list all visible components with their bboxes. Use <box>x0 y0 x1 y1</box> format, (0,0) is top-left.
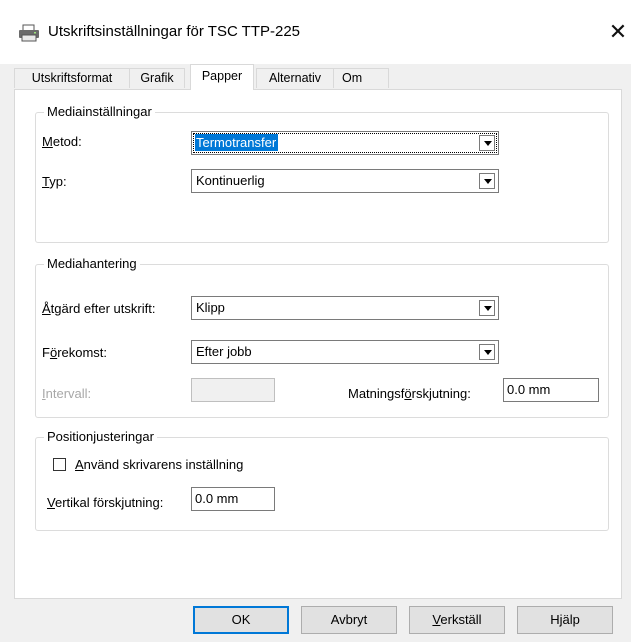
close-button[interactable]: ✕ <box>605 18 631 46</box>
group-title: Positionjusteringar <box>44 429 157 444</box>
group-title: Mediainställningar <box>44 104 155 119</box>
group-title: Mediahantering <box>44 256 140 271</box>
action-label: Åtgärd efter utskrift: <box>42 301 156 316</box>
chevron-down-icon[interactable] <box>479 300 495 316</box>
feed-offset-field[interactable]: 0.0 mm <box>503 378 599 402</box>
help-button[interactable]: Hjälp <box>517 606 613 634</box>
chevron-down-icon[interactable] <box>479 344 495 360</box>
action-select[interactable]: Klipp <box>191 296 499 320</box>
method-select[interactable]: Termotransfer <box>191 131 499 155</box>
printer-icon <box>18 24 40 42</box>
tab-om[interactable]: Om <box>333 68 389 88</box>
use-printer-setting-checkbox[interactable] <box>53 458 66 471</box>
occurrence-select[interactable]: Efter jobb <box>191 340 499 364</box>
chevron-down-icon[interactable] <box>479 173 495 189</box>
chevron-down-icon[interactable] <box>479 135 495 151</box>
group-position-adjust: Positionjusteringar <box>35 429 609 531</box>
type-label: Typ: <box>42 174 67 189</box>
interval-label: Intervall: <box>42 386 92 401</box>
tab-papper[interactable]: Papper <box>190 64 254 90</box>
tab-alternativ[interactable]: Alternativ <box>256 68 334 88</box>
feed-offset-label: Matningsförskjutning: <box>348 386 471 401</box>
vertical-offset-field[interactable]: 0.0 mm <box>191 487 275 511</box>
vertical-offset-label: Vertikal förskjutning: <box>47 495 164 510</box>
type-select[interactable]: Kontinuerlig <box>191 169 499 193</box>
method-label: Metod: <box>42 134 82 149</box>
cancel-button[interactable]: Avbryt <box>301 606 397 634</box>
occurrence-label: Förekomst: <box>42 345 108 360</box>
apply-button[interactable]: Verkställ <box>409 606 505 634</box>
title-bar: Utskriftsinställningar för TSC TTP-225 ✕ <box>0 0 631 64</box>
tab-grafik[interactable]: Grafik <box>129 68 185 88</box>
use-printer-setting-label[interactable]: Använd skrivarens inställning <box>75 457 243 472</box>
tab-panel-papper: Mediainställningar Metod: Termotransfer … <box>14 89 622 599</box>
ok-button[interactable]: OK <box>193 606 289 634</box>
tab-utskriftsformat[interactable]: Utskriftsformat <box>14 68 130 88</box>
window-title: Utskriftsinställningar för TSC TTP-225 <box>48 23 301 40</box>
interval-field <box>191 378 275 402</box>
